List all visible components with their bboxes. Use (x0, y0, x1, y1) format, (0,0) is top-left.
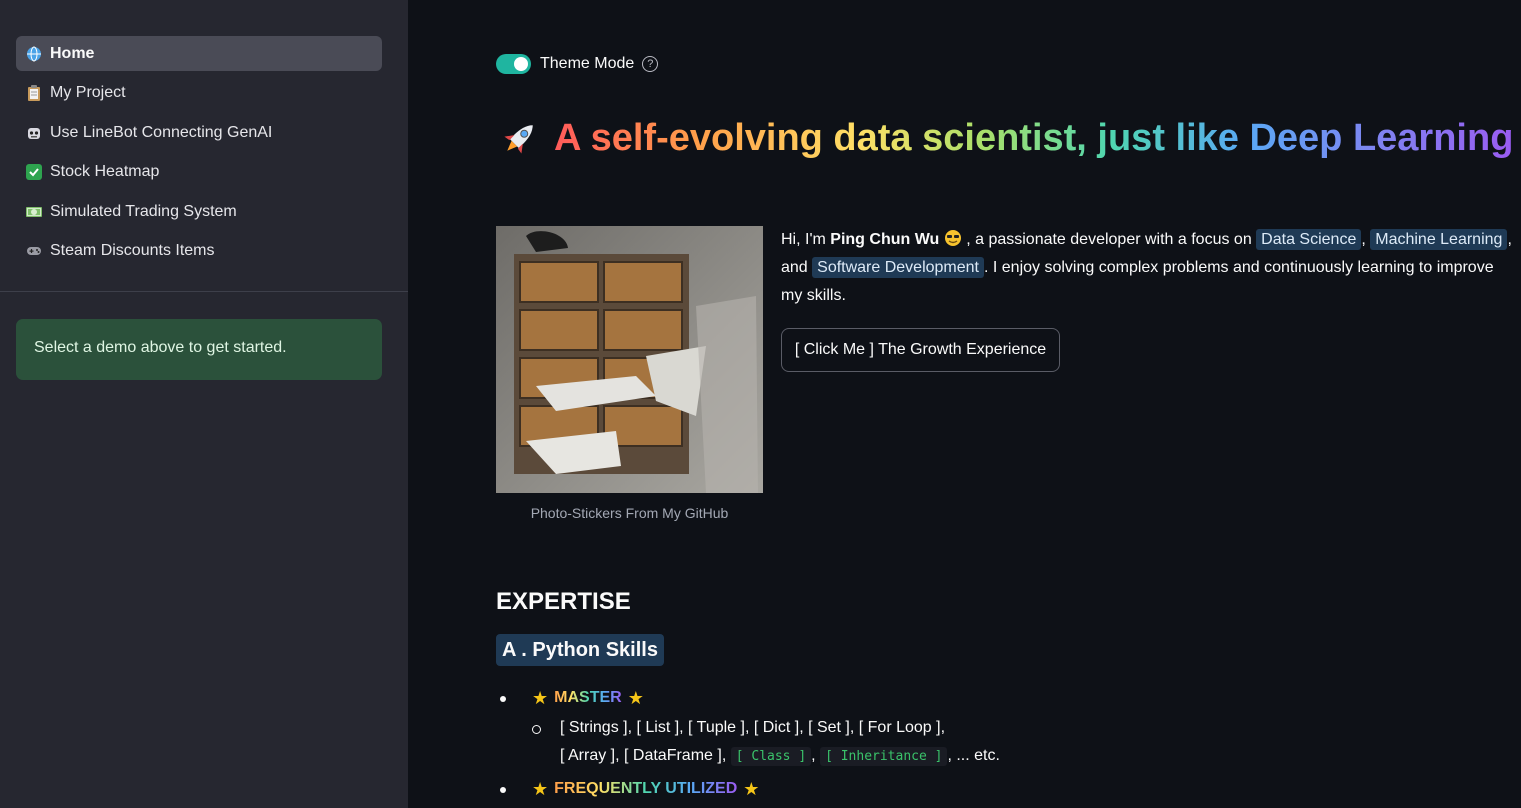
list-item: ★ FREQUENTLY UTILIZED ★ (496, 775, 1496, 803)
skills-line-1: [ Strings ], [ List ], [ Tuple ], [ Dict… (560, 719, 946, 736)
info-alert: Select a demo above to get started. (16, 319, 382, 380)
star-icon: ★ (627, 687, 644, 708)
headline-text: A self-evolving data scientist, just lik… (554, 116, 1514, 159)
sidebar-item-label: Use LineBot Connecting GenAI (50, 123, 273, 141)
sidebar-item-label: Simulated Trading System (50, 202, 237, 220)
list-item: ★ MASTER ★ (496, 684, 1496, 712)
intro-mid: , a passionate developer with a focus on (966, 231, 1257, 248)
robot-icon (26, 125, 42, 141)
author-name: Ping Chun Wu (830, 231, 940, 248)
sunglasses-emoji-icon (944, 230, 966, 248)
intro-and: and (781, 259, 813, 276)
gamepad-icon (26, 243, 42, 259)
python-skills-heading: A . Python Skills (496, 634, 664, 666)
sidebar-item-home[interactable]: Home (16, 36, 382, 71)
sidebar-item-trading[interactable]: Simulated Trading System (16, 194, 382, 229)
growth-experience-button[interactable]: [ Click Me ] The Growth Experience (781, 328, 1060, 372)
clipboard-icon (26, 85, 42, 101)
intro-paragraph: Hi, I'm Ping Chun Wu , a passionate deve… (781, 229, 1512, 304)
sidebar-item-linebot[interactable]: Use LineBot Connecting GenAI (16, 115, 382, 150)
photo-caption: Photo-Stickers From My GitHub (530, 505, 729, 521)
skills-etc: , ... etc. (947, 747, 1000, 764)
skills-line-2: [ Array ], [ DataFrame ], [ Class ], [ I… (560, 747, 1000, 766)
checkmark-icon (26, 164, 42, 180)
skills-line-2-text: [ Array ], [ DataFrame ], (560, 747, 731, 764)
sidebar-nav: Home My Project Use LineBot Connecting G… (16, 36, 382, 273)
theme-mode-label: Theme Mode (540, 55, 635, 72)
star-icon: ★ (532, 778, 549, 799)
sidebar-divider (0, 291, 408, 292)
level-frequently-utilized: FREQUENTLY UTILIZED (554, 780, 738, 797)
sidebar-item-label: Stock Heatmap (50, 163, 160, 180)
sidebar-item-my-project[interactable]: My Project (16, 76, 382, 111)
profile-photo (496, 226, 763, 493)
sidebar-item-steam[interactable]: Steam Discounts Items (16, 234, 382, 269)
level-master: MASTER (554, 689, 622, 706)
sidebar-item-stock-heatmap[interactable]: Stock Heatmap (16, 155, 382, 190)
sidebar-item-label: My Project (50, 84, 126, 101)
chip-software-development: Software Development (812, 257, 984, 278)
money-icon (26, 204, 42, 220)
chip-machine-learning: Machine Learning (1370, 229, 1508, 250)
expertise-heading: EXPERTISE (496, 588, 631, 615)
theme-mode-row: Theme Mode ? (496, 54, 659, 74)
chip-data-science: Data Science (1256, 229, 1362, 250)
sidebar-item-label: Steam Discounts Items (50, 242, 215, 259)
rocket-icon (498, 116, 542, 160)
star-icon: ★ (743, 778, 760, 799)
page-title: A self-evolving data scientist, just lik… (498, 110, 1521, 166)
sidebar-item-label: Home (50, 44, 95, 62)
sidebar: Home My Project Use LineBot Connecting G… (0, 0, 408, 808)
skills-list: ★ MASTER ★ [ Strings ], [ List ], [ Tupl… (496, 684, 1496, 803)
sub-list-item: [ Strings ], [ List ], [ Tuple ], [ Dict… (496, 714, 1496, 771)
theme-mode-toggle[interactable] (496, 54, 531, 74)
intro-prefix: Hi, I'm (781, 231, 831, 248)
code-inheritance: [ Inheritance ] (820, 747, 948, 766)
globe-icon (26, 46, 42, 62)
star-icon: ★ (532, 687, 549, 708)
help-icon[interactable]: ? (642, 56, 659, 72)
code-class: [ Class ] (730, 747, 812, 766)
